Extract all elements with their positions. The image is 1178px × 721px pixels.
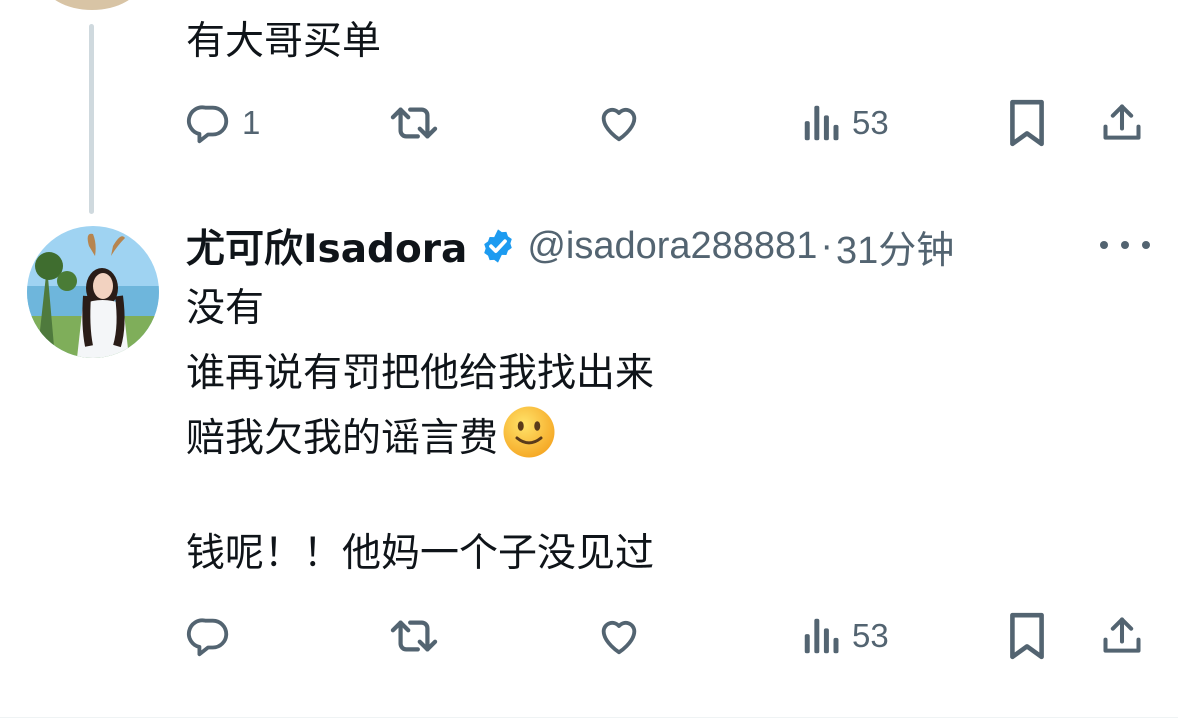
verified-badge-icon[interactable] <box>479 227 517 265</box>
views-count: 53 <box>852 104 889 141</box>
share-button[interactable] <box>1100 93 1144 153</box>
more-icon <box>1100 241 1108 249</box>
like-button[interactable] <box>596 93 642 153</box>
bookmark-icon <box>1010 99 1044 147</box>
tweet-header: 尤可欣Isadora @isadora288881 · 31分钟 <box>186 216 954 276</box>
repost-button[interactable] <box>386 93 442 153</box>
tweet-divider <box>0 717 1178 718</box>
previous-tweet-avatar[interactable] <box>44 0 140 10</box>
tweet-text-line: 赔我欠我的谣言费 <box>186 416 499 461</box>
tweet-text-line: 没有 <box>186 286 265 331</box>
author-handle[interactable]: @isadora288881 <box>527 225 817 268</box>
reply-icon <box>186 105 229 144</box>
tweet-text-line-with-emoji: 赔我欠我的谣言费 <box>186 405 556 477</box>
like-button[interactable] <box>596 606 642 666</box>
views-button[interactable]: 53 <box>802 606 889 666</box>
previous-tweet-text: 有大哥买单 <box>186 19 382 64</box>
more-options-button[interactable] <box>1100 230 1150 260</box>
bookmark-button[interactable] <box>1006 93 1048 153</box>
views-icon <box>804 105 839 141</box>
repost-icon <box>390 107 438 139</box>
slightly-smiling-face-icon <box>502 405 556 477</box>
views-icon <box>804 618 839 654</box>
tweet-timestamp[interactable]: 31分钟 <box>836 219 954 274</box>
tweet-action-bar: 53 <box>186 606 1156 666</box>
thread-connector-line <box>89 24 94 214</box>
views-count: 53 <box>852 617 889 654</box>
repost-icon <box>390 620 438 652</box>
share-icon <box>1103 617 1141 653</box>
repost-button[interactable] <box>386 606 442 666</box>
share-icon <box>1103 104 1141 140</box>
tweet-text-line: 钱呢！！他妈一个子没见过 <box>186 531 655 576</box>
reply-button[interactable]: 1 <box>186 93 260 153</box>
reply-count: 1 <box>242 104 261 141</box>
bookmark-icon <box>1010 612 1044 660</box>
author-avatar[interactable] <box>27 226 159 358</box>
share-button[interactable] <box>1100 606 1144 666</box>
views-button[interactable]: 53 <box>802 93 889 153</box>
previous-tweet-action-bar: 1 53 <box>186 93 1156 153</box>
reply-icon <box>186 618 229 657</box>
bookmark-button[interactable] <box>1006 606 1048 666</box>
like-icon <box>601 107 637 142</box>
like-icon <box>601 620 637 655</box>
separator-dot: · <box>820 224 833 267</box>
tweet-text-line: 谁再说有罚把他给我找出来 <box>186 351 655 396</box>
author-display-name[interactable]: 尤可欣Isadora <box>186 218 467 274</box>
reply-button[interactable] <box>186 606 242 666</box>
